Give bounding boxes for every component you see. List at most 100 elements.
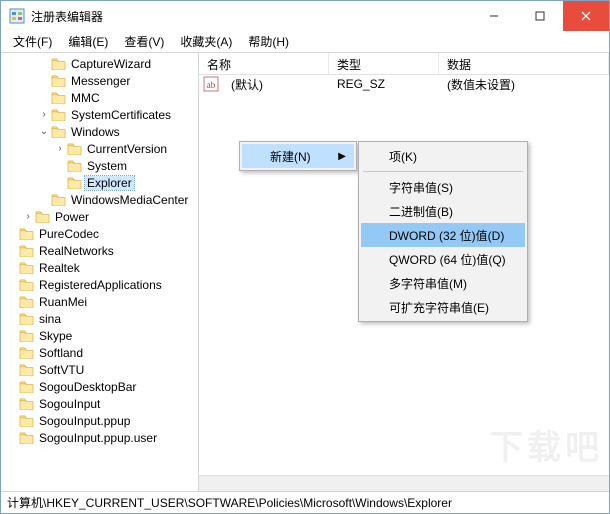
folder-icon — [51, 74, 66, 87]
tree-item[interactable]: PureCodec — [1, 225, 198, 242]
collapse-icon[interactable]: ⌄ — [37, 126, 51, 137]
tree-item-label: SogouDesktopBar — [37, 380, 138, 394]
tree-item[interactable]: ›CurrentVersion — [1, 140, 198, 157]
tree-item[interactable]: SogouInput.ppup — [1, 412, 198, 429]
minimize-button[interactable] — [471, 1, 517, 31]
tree-item[interactable]: sina — [1, 310, 198, 327]
status-path: 计算机\HKEY_CURRENT_USER\SOFTWARE\Policies\… — [7, 494, 452, 511]
titlebar: 注册表编辑器 — [1, 1, 609, 31]
folder-icon — [19, 227, 34, 240]
folder-icon — [67, 176, 82, 189]
tree-item-label: SogouInput.ppup.user — [37, 431, 159, 445]
menu-file[interactable]: 文件(F) — [5, 31, 60, 52]
list-pane: 名称 类型 数据 (默认) REG_SZ (数值未设置) 新建(N) ▶ — [199, 53, 609, 491]
context-item-new[interactable]: 新建(N) ▶ — [242, 144, 354, 168]
submenu-item-qword[interactable]: QWORD (64 位)值(Q) — [361, 247, 525, 271]
main-panes: CaptureWizard Messenger MMC › SystemCertific… — [1, 53, 609, 491]
tree-item-label: Messenger — [69, 74, 132, 88]
tree-item[interactable]: ⌄ Windows — [1, 123, 198, 140]
menu-view[interactable]: 查看(V) — [116, 31, 172, 52]
tree-item-label: Realtek — [37, 261, 82, 275]
list-row[interactable]: (默认) REG_SZ (数值未设置) — [199, 75, 609, 93]
tree-item[interactable]: › SystemCertificates — [1, 106, 198, 123]
tree-item[interactable]: Explorer — [1, 174, 198, 191]
submenu-item-expand[interactable]: 可扩充字符串值(E) — [361, 295, 525, 319]
folder-icon — [51, 108, 66, 121]
folder-icon — [51, 91, 66, 104]
tree-item-label: Skype — [37, 329, 74, 343]
folder-icon — [19, 363, 34, 376]
tree-item-label: CaptureWizard — [69, 57, 153, 71]
tree-item[interactable]: SogouInput — [1, 395, 198, 412]
folder-icon — [19, 346, 34, 359]
submenu-item-multi[interactable]: 多字符串值(M) — [361, 271, 525, 295]
tree-item-label: sina — [37, 312, 63, 326]
context-menu: 新建(N) ▶ — [239, 141, 357, 171]
tree-item[interactable]: RealNetworks — [1, 242, 198, 259]
app-icon — [9, 8, 25, 24]
folder-icon — [19, 329, 34, 342]
tree-item[interactable]: System — [1, 157, 198, 174]
folder-icon — [19, 431, 34, 444]
expand-icon[interactable]: › — [21, 211, 35, 222]
submenu-item-string[interactable]: 字符串值(S) — [361, 175, 525, 199]
maximize-button[interactable] — [517, 1, 563, 31]
list-header: 名称 类型 数据 — [199, 53, 609, 75]
list-horizontal-scrollbar[interactable] — [199, 475, 609, 491]
tree-item-label: SogouInput — [37, 397, 102, 411]
tree-item[interactable]: SogouInput.ppup.user — [1, 429, 198, 446]
tree-item-label: Softland — [37, 346, 85, 360]
menu-favorites[interactable]: 收藏夹(A) — [172, 31, 240, 52]
submenu-item-binary[interactable]: 二进制值(B) — [361, 199, 525, 223]
folder-icon — [19, 397, 34, 410]
tree-item[interactable]: › Power — [1, 208, 198, 225]
close-button[interactable] — [563, 1, 609, 31]
folder-icon — [67, 142, 82, 155]
cell-name: (默认) — [223, 76, 329, 93]
menu-help[interactable]: 帮助(H) — [240, 31, 297, 52]
column-type[interactable]: 类型 — [329, 53, 439, 74]
statusbar: 计算机\HKEY_CURRENT_USER\SOFTWARE\Policies\… — [1, 491, 609, 513]
tree-item[interactable]: WindowsMediaCenter — [1, 191, 198, 208]
tree-item[interactable]: RuanMei — [1, 293, 198, 310]
tree-item[interactable]: RegisteredApplications — [1, 276, 198, 293]
expand-icon[interactable]: › — [37, 109, 51, 120]
tree-item-label: RegisteredApplications — [37, 278, 164, 292]
menubar: 文件(F) 编辑(E) 查看(V) 收藏夹(A) 帮助(H) — [1, 31, 609, 53]
tree-item-label: Windows — [69, 125, 122, 139]
folder-icon — [51, 193, 66, 206]
tree-item-label: SogouInput.ppup — [37, 414, 132, 428]
column-data[interactable]: 数据 — [439, 53, 609, 74]
registry-tree: CaptureWizard Messenger MMC › SystemCertific… — [1, 55, 198, 446]
column-name[interactable]: 名称 — [199, 53, 329, 74]
menu-edit[interactable]: 编辑(E) — [60, 31, 116, 52]
folder-icon — [67, 159, 82, 172]
folder-icon — [19, 244, 34, 257]
tree-item-label: MMC — [69, 91, 102, 105]
tree-item[interactable]: SoftVTU — [1, 361, 198, 378]
tree-item-label: SystemCertificates — [69, 108, 173, 122]
tree-item[interactable]: MMC — [1, 89, 198, 106]
folder-icon — [19, 261, 34, 274]
tree-item[interactable]: CaptureWizard — [1, 55, 198, 72]
expand-icon[interactable]: › — [53, 143, 67, 154]
list-body[interactable]: (默认) REG_SZ (数值未设置) 新建(N) ▶ 项(K) 字符串值(S) — [199, 75, 609, 475]
menu-separator — [363, 171, 523, 172]
tree-item-label: RuanMei — [37, 295, 89, 309]
folder-icon — [51, 125, 66, 138]
folder-icon — [19, 312, 34, 325]
tree-item-label: Power — [53, 210, 91, 224]
folder-icon — [19, 295, 34, 308]
tree-item[interactable]: Realtek — [1, 259, 198, 276]
submenu-item-key[interactable]: 项(K) — [361, 144, 525, 168]
tree-pane[interactable]: CaptureWizard Messenger MMC › SystemCertific… — [1, 53, 199, 491]
tree-item[interactable]: Skype — [1, 327, 198, 344]
tree-item[interactable]: Softland — [1, 344, 198, 361]
tree-item-label: RealNetworks — [37, 244, 116, 258]
window-title: 注册表编辑器 — [31, 8, 471, 25]
submenu-item-dword[interactable]: DWORD (32 位)值(D) — [361, 223, 525, 247]
tree-item-label: SoftVTU — [37, 363, 86, 377]
tree-item[interactable]: SogouDesktopBar — [1, 378, 198, 395]
context-item-label: 新建(N) — [270, 148, 311, 165]
tree-item[interactable]: Messenger — [1, 72, 198, 89]
